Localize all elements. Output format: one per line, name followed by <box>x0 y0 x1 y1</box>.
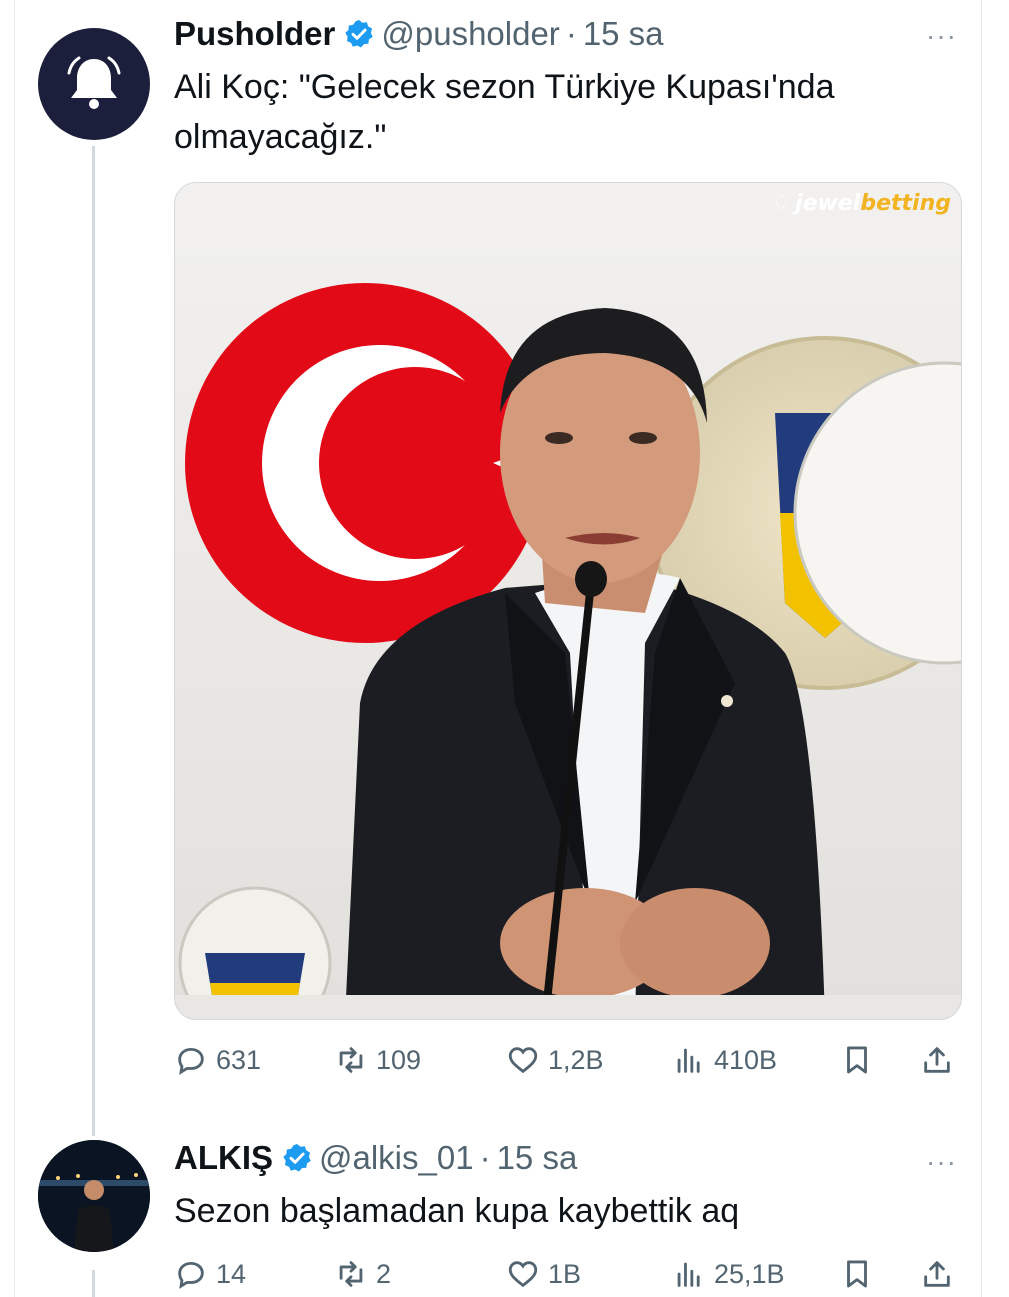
bell-icon <box>67 56 121 109</box>
tweet-text-line-1: Ali Koç: "Gelecek sezon Türkiye Kupası'n… <box>174 68 835 106</box>
more-options-icon[interactable]: ··· <box>926 20 957 52</box>
reply-button[interactable]: 631 <box>174 1038 261 1082</box>
views-button[interactable]: 25,1B <box>672 1252 785 1296</box>
media-watermark: ♢ jewel betting <box>771 191 951 216</box>
reply-icon <box>178 1261 204 1289</box>
reply-count: 14 <box>216 1258 247 1289</box>
thread-connector-bottom <box>92 1270 95 1297</box>
views-count: 25,1B <box>714 1258 785 1289</box>
reply-icon <box>178 1047 204 1075</box>
author-name[interactable]: Pusholder <box>174 15 335 53</box>
separator: · <box>565 15 577 52</box>
watermark-text-1: jewel <box>795 191 861 216</box>
retweet-button[interactable]: 109 <box>334 1038 421 1082</box>
bookmark-icon <box>847 1260 867 1288</box>
like-button[interactable]: 1,2B <box>506 1038 604 1082</box>
reply-author-name[interactable]: ALKIŞ <box>174 1139 273 1177</box>
reply-header: ALKIŞ @alkis_01 · 15 sa <box>174 1138 577 1178</box>
thread-connector <box>92 146 95 1136</box>
retweet-icon <box>339 1261 363 1287</box>
reply-text: Sezon başlamadan kupa kaybettik aq <box>174 1192 740 1230</box>
share-button[interactable] <box>920 1038 962 1082</box>
share-icon <box>924 1047 950 1073</box>
views-count: 410B <box>714 1044 778 1075</box>
tweet-text: Ali Koç: "Gelecek sezon Türkiye Kupası'n… <box>174 62 835 162</box>
like-count: 1,2B <box>548 1044 604 1075</box>
tweet-media-photo[interactable]: ♢ jewel betting <box>174 182 962 1020</box>
watermark-logo-icon: ♢ <box>771 191 792 216</box>
retweet-icon <box>339 1047 363 1073</box>
like-count: 1B <box>548 1258 582 1289</box>
bookmark-button[interactable] <box>840 1038 882 1082</box>
like-icon <box>508 1047 538 1074</box>
share-icon <box>924 1261 950 1287</box>
more-options-icon[interactable]: ··· <box>926 1146 957 1178</box>
retweet-count: 2 <box>376 1258 392 1289</box>
retweet-count: 109 <box>376 1044 422 1075</box>
retweet-button[interactable]: 2 <box>334 1252 391 1296</box>
views-icon <box>677 1262 700 1287</box>
reply-count: 631 <box>216 1044 262 1075</box>
tweet-text-line-2: olmayacağız." <box>174 118 387 156</box>
reply-actions: 14 2 1B 25,1B <box>174 1252 964 1296</box>
tweet-header: Pusholder @pusholder · 15 sa <box>174 14 664 54</box>
views-button[interactable]: 410B <box>672 1038 777 1082</box>
bookmark-icon <box>847 1046 867 1074</box>
like-icon <box>508 1261 538 1288</box>
views-icon <box>677 1048 700 1073</box>
tweet-actions: 631 109 1,2B 410B <box>174 1038 964 1082</box>
author-handle[interactable]: @pusholder <box>381 15 559 53</box>
reply-time[interactable]: 15 sa <box>497 1139 578 1177</box>
like-button[interactable]: 1B <box>506 1252 581 1296</box>
tweet-time[interactable]: 15 sa <box>583 15 664 53</box>
separator: · <box>479 1139 491 1176</box>
alkis-avatar[interactable] <box>38 1140 150 1252</box>
pusholder-avatar[interactable] <box>38 28 150 140</box>
reply-author-handle[interactable]: @alkis_01 <box>319 1139 474 1177</box>
verified-icon <box>283 1144 311 1172</box>
watermark-text-2: betting <box>860 191 951 216</box>
reply-button[interactable]: 14 <box>174 1252 246 1296</box>
verified-icon <box>345 20 374 48</box>
bookmark-button[interactable] <box>840 1252 882 1296</box>
press-conference-photo <box>175 183 961 1019</box>
avatar-photo <box>38 1140 150 1252</box>
share-button[interactable] <box>920 1252 962 1296</box>
